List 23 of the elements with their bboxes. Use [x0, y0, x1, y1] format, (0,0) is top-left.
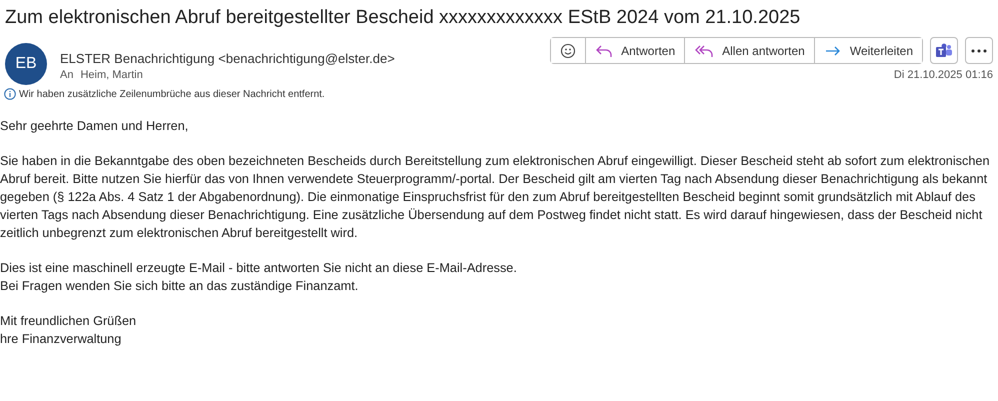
to-label: An	[60, 69, 74, 81]
reply-icon	[595, 44, 614, 58]
teams-button[interactable]	[930, 37, 958, 64]
more-icon	[971, 48, 987, 52]
message-text: Dies ist eine maschinell erzeugte E-Mail - bitte antworten Sie nicht an diese E-Mail-Adresse.	[0, 260, 517, 277]
message-text: Bei Fragen wenden Sie sich bitte an das zuständige Finanzamt.	[0, 278, 358, 295]
notice-text: Wir haben zusätzliche Zeilenumbrüche aus dieser Nachricht entfernt.	[19, 88, 325, 100]
emoji-button[interactable]	[551, 38, 586, 63]
sender-name: ELSTER Benachrichtigung <benachrichtigung@elster.de>	[60, 51, 396, 66]
smiley-icon	[560, 42, 576, 58]
message-text: hre Finanzverwaltung	[0, 331, 122, 348]
reply-all-icon	[694, 44, 714, 58]
email-subject: Zum elektronischen Abruf bereitgestellter Bescheid xxxxxxxxxxxxx EStB 2024 vom 21.10.2025	[5, 6, 802, 30]
more-button[interactable]	[965, 37, 993, 64]
teams-icon	[935, 42, 953, 58]
message-text: Mit freundlichen Grüßen	[0, 313, 136, 330]
message-text: Sehr geehrte Damen und Herren,	[0, 118, 188, 135]
right-arrow-icon	[824, 44, 842, 58]
avatar: EB	[5, 43, 47, 85]
recipient-name: Heim, Martin	[80, 69, 143, 81]
message-text: Sie haben in die Bekanntgabe des oben bezeichneten Bescheids durch Bereitstellung zum elektronischen Abruf eingewilligt. Dieser Bescheid steht ab sofort zum elektronischen Abruf bereit. Bitte nutzen Sie hierfür das von Ihnen verwendete Steuerprogramm/-portal. Der Bescheid gilt am vierten Tag nach Absendung dieser Benachrichtigung als bekannt gegeben (§ 122a Abs. 4 Satz 1 der Abgabenordnung). Die einmonatige Einspruchsfrist für den zum Abruf bereitgestellten Bescheid beginnt somit grundsätzlich mit Ablauf des vierten Tags nach Absendung dieser Benachrichtigung. Eine zusätzliche Übersendung auf dem Postweg findet nicht statt. Es wird darauf hingewiesen, dass der Bescheid nicht zeitlich unbegrenzt zum elektronischen Abruf bereitgestellt wird.	[0, 153, 991, 242]
info-icon	[4, 88, 16, 100]
received-date: Di 21.10.2025 01:16	[894, 69, 993, 81]
